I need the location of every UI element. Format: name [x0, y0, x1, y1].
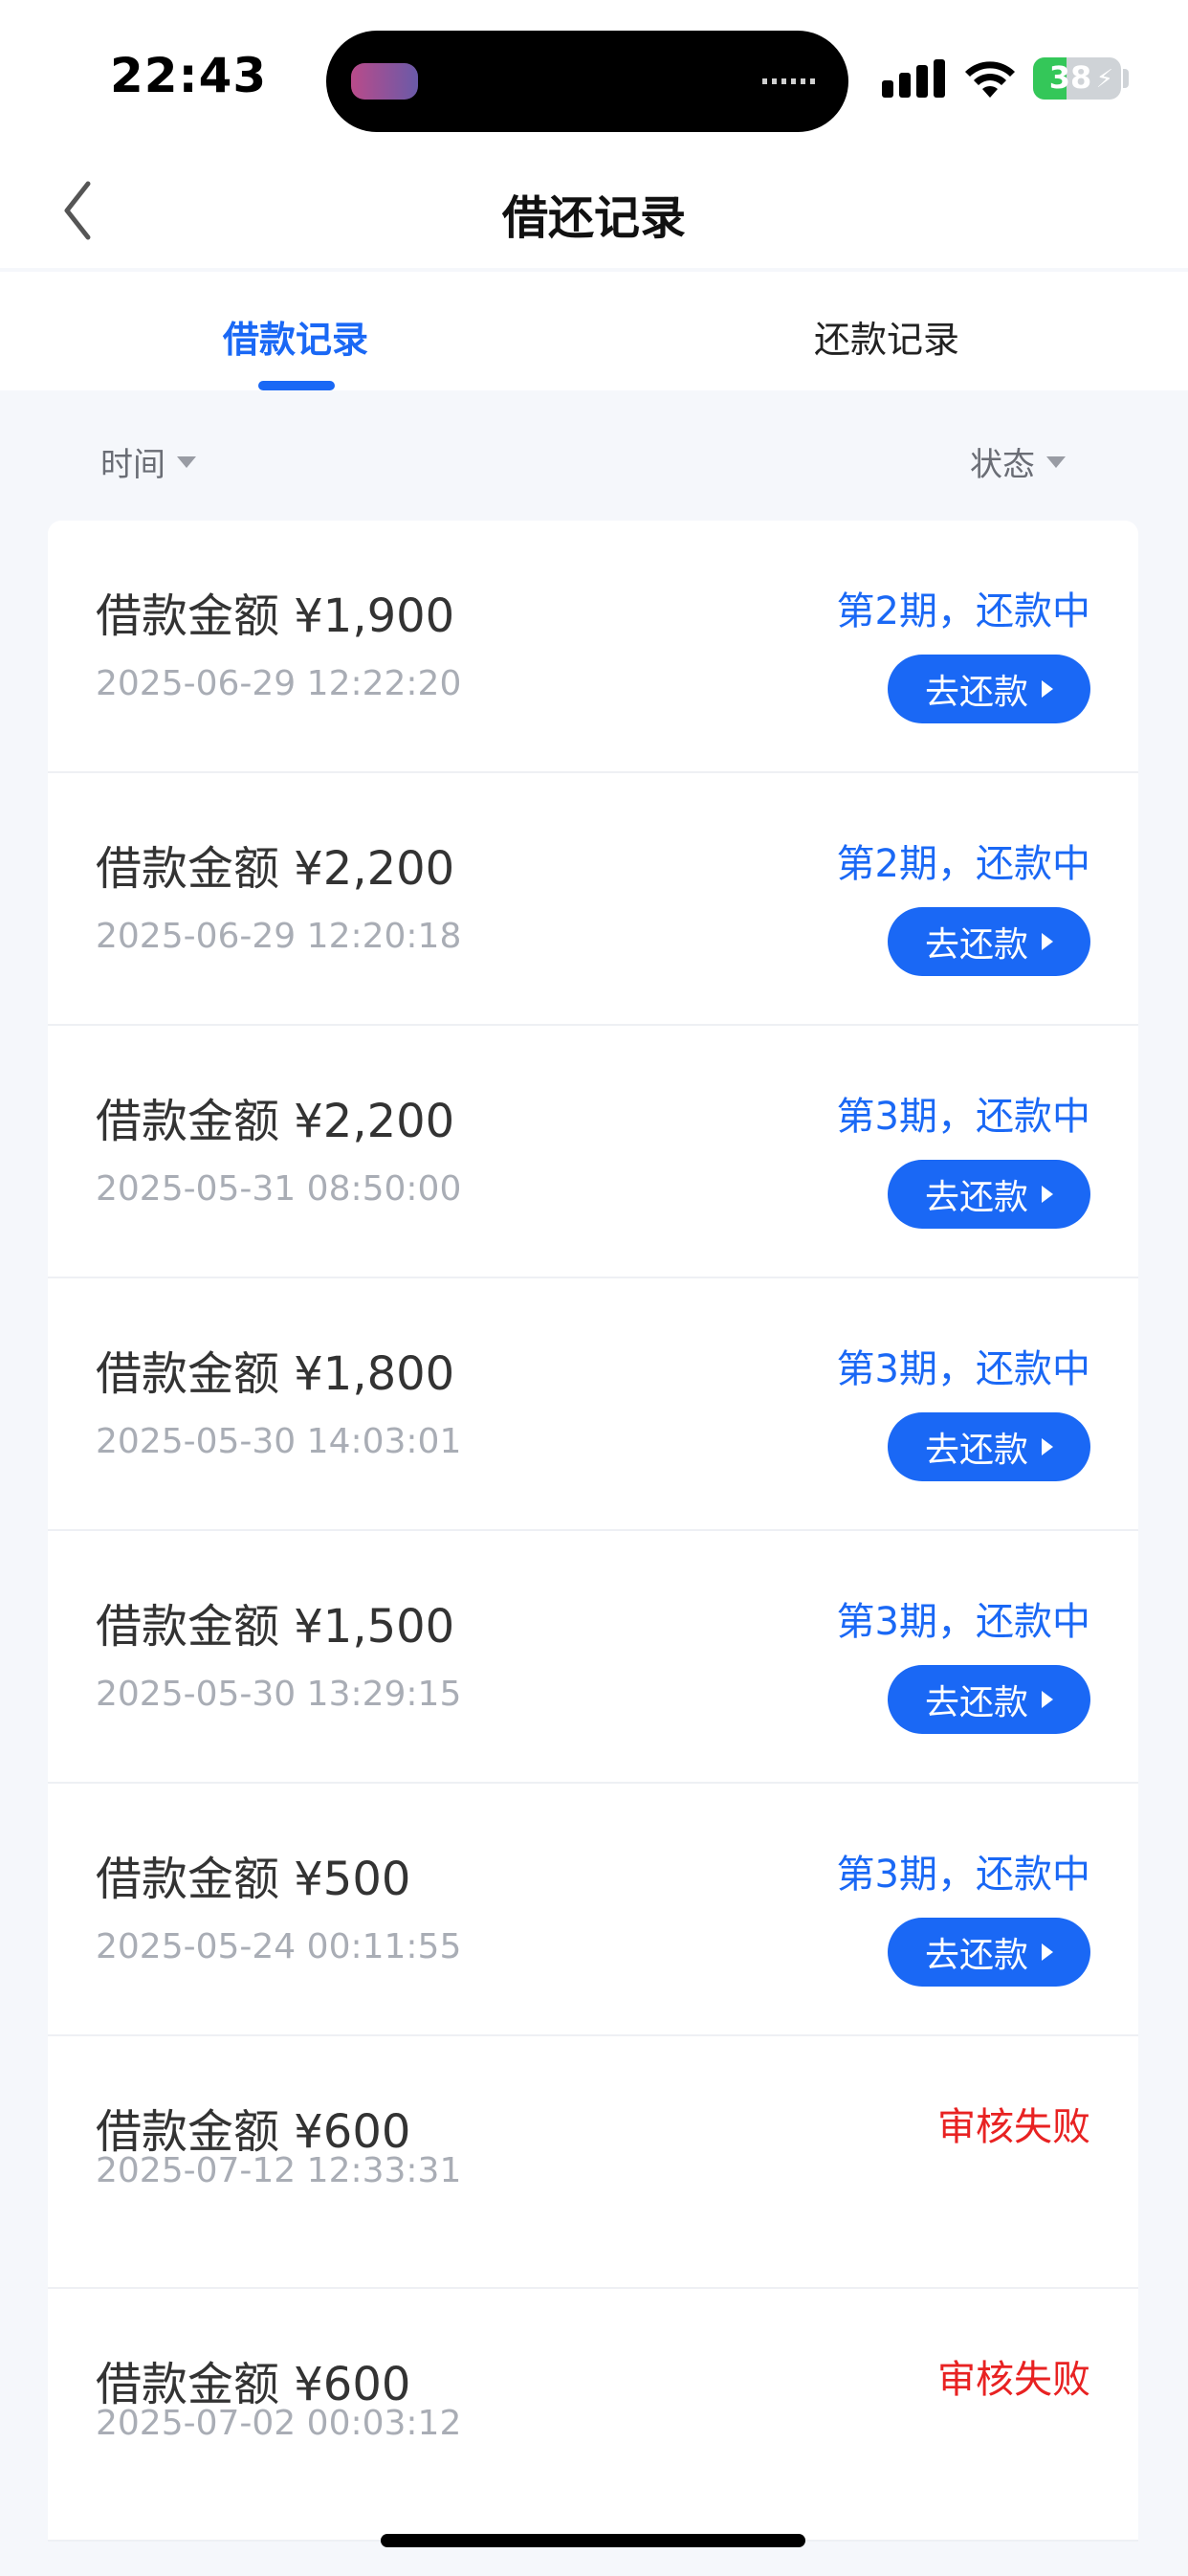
battery-cap [1123, 69, 1129, 88]
loan-date: 2025-05-24 00:11:55 [96, 1927, 462, 1966]
loan-amount: 借款金额 ¥500 [96, 1853, 411, 1906]
active-tab-indicator [258, 381, 335, 390]
loan-date: 2025-06-29 12:20:18 [96, 917, 462, 956]
go-repay-label: 去还款 [924, 925, 1028, 965]
filter-bar: 时间 状态 [0, 390, 1188, 521]
signal-icon [882, 59, 945, 98]
list-item[interactable]: 借款金额 ¥600 2025-07-12 12:33:31 审核失败 [48, 2036, 1138, 2289]
list-item[interactable]: 借款金额 ¥500 2025-05-24 00:11:55 第3期，还款中 去还… [48, 1784, 1138, 2036]
repayment-status: 第3期，还款中 [836, 1600, 1090, 1644]
home-indicator[interactable] [381, 2534, 805, 2547]
list-item[interactable]: 借款金额 ¥2,200 2025-06-29 12:20:18 第2期，还款中 … [48, 773, 1138, 1026]
go-repay-label: 去还款 [924, 1431, 1028, 1470]
wifi-icon [965, 61, 1015, 98]
loan-amount: 借款金额 ¥1,500 [96, 1600, 455, 1654]
dynamic-island[interactable] [326, 31, 848, 132]
status-filter-label: 状态 [970, 446, 1035, 484]
list-item[interactable]: 借款金额 ¥2,200 2025-05-31 08:50:00 第3期，还款中 … [48, 1026, 1138, 1278]
island-thumbnail [351, 63, 418, 100]
go-repay-button[interactable]: 去还款 [888, 907, 1090, 976]
status-bar: 22:43 38 ⚡ [0, 0, 1188, 153]
loan-date: 2025-05-30 13:29:15 [96, 1675, 462, 1714]
loan-amount: 借款金额 ¥2,200 [96, 842, 455, 896]
nav-header: 借还记录 [0, 153, 1188, 268]
go-repay-label: 去还款 [924, 1683, 1028, 1722]
time-filter-label: 时间 [100, 446, 165, 484]
battery-icon: 38 ⚡ [1033, 57, 1121, 100]
loan-date: 2025-06-29 12:22:20 [96, 664, 462, 703]
caret-down-icon [1046, 455, 1066, 468]
play-triangle-icon [1042, 933, 1053, 950]
loan-date: 2025-05-30 14:03:01 [96, 1422, 462, 1461]
list-item[interactable]: 借款金额 ¥1,500 2025-05-30 13:29:15 第3期，还款中 … [48, 1531, 1138, 1784]
island-dots [762, 78, 820, 84]
repayment-status: 第2期，还款中 [836, 842, 1090, 886]
go-repay-label: 去还款 [924, 1178, 1028, 1217]
go-repay-button[interactable]: 去还款 [888, 1412, 1090, 1481]
caret-down-icon [177, 455, 196, 468]
repayment-status: 第3期，还款中 [836, 1095, 1090, 1139]
play-triangle-icon [1042, 1186, 1053, 1203]
time-filter[interactable]: 时间 [100, 438, 196, 485]
play-triangle-icon [1042, 680, 1053, 698]
review-failed-status: 审核失败 [937, 2358, 1090, 2402]
go-repay-button[interactable]: 去还款 [888, 1918, 1090, 1987]
go-repay-button[interactable]: 去还款 [888, 1665, 1090, 1734]
list-item[interactable]: 借款金额 ¥1,900 2025-06-29 12:22:20 第2期，还款中 … [48, 521, 1138, 773]
review-failed-status: 审核失败 [937, 2105, 1090, 2149]
loan-amount: 借款金额 ¥1,900 [96, 589, 455, 643]
list-item[interactable]: 借款金额 ¥1,800 2025-05-30 14:03:01 第3期，还款中 … [48, 1278, 1138, 1531]
go-repay-label: 去还款 [924, 673, 1028, 712]
tab-borrow-records[interactable]: 借款记录 [104, 310, 487, 363]
play-triangle-icon [1042, 1943, 1053, 1961]
tab-repay-records[interactable]: 还款记录 [695, 310, 1078, 363]
status-filter[interactable]: 状态 [970, 438, 1066, 485]
loan-record-list: 借款金额 ¥1,900 2025-06-29 12:22:20 第2期，还款中 … [48, 521, 1138, 2542]
loan-date: 2025-07-02 00:03:12 [96, 2404, 462, 2443]
repayment-status: 第2期，还款中 [836, 589, 1090, 633]
play-triangle-icon [1042, 1691, 1053, 1708]
repayment-status: 第3期，还款中 [836, 1853, 1090, 1897]
loan-amount: 借款金额 ¥2,200 [96, 1095, 455, 1148]
go-repay-button[interactable]: 去还款 [888, 655, 1090, 723]
go-repay-button[interactable]: 去还款 [888, 1160, 1090, 1229]
repayment-status: 第3期，还款中 [836, 1347, 1090, 1391]
page-title: 借还记录 [501, 191, 686, 245]
status-time: 22:43 [110, 48, 268, 103]
list-item[interactable]: 借款金额 ¥600 2025-07-02 00:03:12 审核失败 [48, 2289, 1138, 2542]
tab-bar: 借款记录 还款记录 [0, 272, 1188, 390]
go-repay-label: 去还款 [924, 1936, 1028, 1975]
play-triangle-icon [1042, 1438, 1053, 1455]
loan-date: 2025-07-12 12:33:31 [96, 2151, 462, 2190]
loan-date: 2025-05-31 08:50:00 [96, 1169, 462, 1209]
loan-amount: 借款金额 ¥1,800 [96, 1347, 455, 1401]
